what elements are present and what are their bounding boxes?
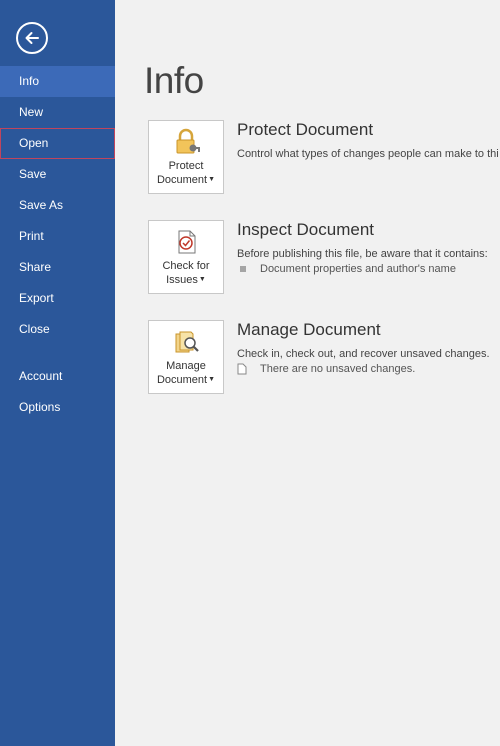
backstage-nav: Info New Open Save Save As Print Share E… — [0, 66, 115, 423]
info-pane: Info Protect Document▼ Protect Document … — [115, 0, 500, 746]
protect-label-line2: Document — [156, 174, 208, 186]
nav-export[interactable]: Export — [0, 283, 115, 314]
inspect-bullet-text: Document properties and author's name — [260, 263, 456, 275]
manage-label-line1: Manage — [166, 360, 206, 372]
protect-document-description: Control what types of changes people can… — [237, 148, 499, 160]
inspect-document-bullet: Document properties and author's name — [240, 263, 456, 275]
nav-save-as[interactable]: Save As — [0, 190, 115, 221]
manage-document-title: Manage Document — [237, 320, 381, 339]
nav-print[interactable]: Print — [0, 221, 115, 252]
document-icon — [237, 363, 247, 375]
manage-bullet-text: There are no unsaved changes. — [260, 363, 416, 375]
protect-document-button[interactable]: Protect Document▼ — [148, 120, 224, 194]
nav-info[interactable]: Info — [0, 66, 115, 97]
dropdown-caret-icon: ▼ — [208, 176, 216, 183]
check-for-issues-button[interactable]: Check for Issues▼ — [148, 220, 224, 294]
protect-label-line1: Protect — [168, 160, 204, 172]
inspect-document-title: Inspect Document — [237, 220, 375, 239]
manage-document-description: Check in, check out, and recover unsaved… — [237, 348, 490, 360]
back-arrow-icon — [25, 32, 39, 44]
dropdown-caret-icon: ▼ — [208, 376, 216, 383]
nav-close[interactable]: Close — [0, 314, 115, 345]
back-button[interactable] — [16, 22, 48, 54]
inspect-document-description: Before publishing this file, be aware th… — [237, 248, 488, 260]
manage-document-icon — [175, 331, 199, 353]
page-title: Info — [144, 60, 204, 101]
bullet-square-icon — [240, 266, 246, 272]
nav-account[interactable]: Account — [0, 361, 115, 392]
check-for-issues-label: Check for Issues▼ — [149, 259, 223, 287]
nav-share[interactable]: Share — [0, 252, 115, 283]
inspect-document-icon — [178, 230, 196, 254]
protect-document-label: Protect Document▼ — [149, 159, 223, 187]
nav-save[interactable]: Save — [0, 159, 115, 190]
nav-open[interactable]: Open — [0, 128, 115, 159]
manage-document-label: Manage Document▼ — [149, 359, 223, 387]
check-label-line1: Check for — [162, 260, 210, 272]
manage-document-bullet: There are no unsaved changes. — [237, 363, 415, 375]
protect-document-title: Protect Document — [237, 120, 374, 139]
check-label-line2: Issues — [166, 274, 198, 286]
manage-label-line2: Document — [156, 374, 208, 386]
backstage-sidebar: Info New Open Save Save As Print Share E… — [0, 0, 115, 746]
nav-options[interactable]: Options — [0, 392, 115, 423]
dropdown-caret-icon: ▼ — [198, 276, 206, 283]
nav-new[interactable]: New — [0, 97, 115, 128]
lock-icon — [176, 128, 200, 154]
manage-document-button[interactable]: Manage Document▼ — [148, 320, 224, 394]
